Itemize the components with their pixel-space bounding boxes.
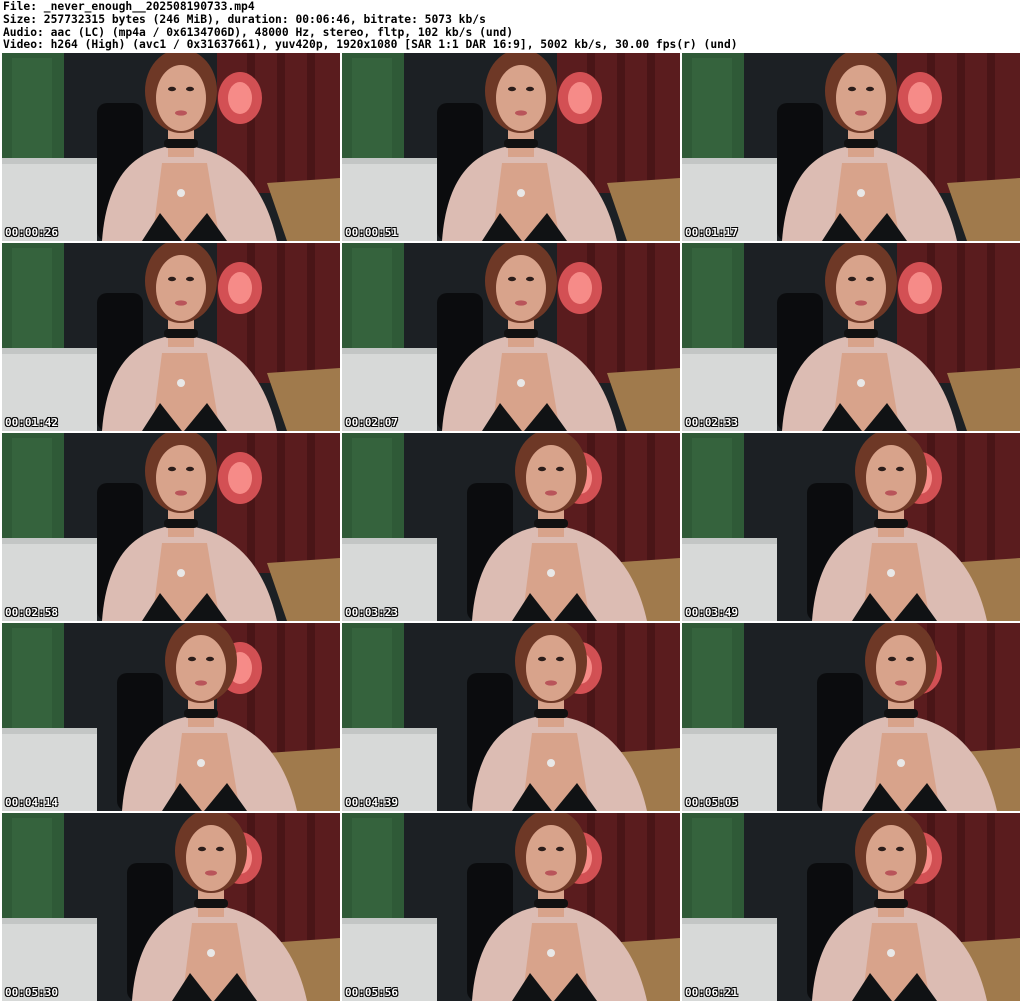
frame-timestamp: 00:03:23 <box>345 606 398 619</box>
frame-timestamp: 00:01:42 <box>5 416 58 429</box>
file-name-line: File: _never_enough__202508190733.mp4 <box>3 1 255 13</box>
frame-image <box>2 53 340 241</box>
audio-info-line: Audio: aac (LC) (mp4a / 0x6134706D), 480… <box>3 26 514 39</box>
frame-timestamp: 00:02:58 <box>5 606 58 619</box>
frame-image <box>682 243 1020 431</box>
video-info-line: Video: h264 (High) (avc1 / 0x31637661), … <box>3 39 738 52</box>
frame-timestamp: 00:02:07 <box>345 416 398 429</box>
frame-timestamp: 00:01:17 <box>685 226 738 239</box>
video-frame-thumbnail: 00:05:30 <box>2 813 340 1001</box>
frame-image <box>2 243 340 431</box>
thumbnail-grid: 00:00:26 00:00:51 00:01:17 00:01:42 00:02:07… <box>2 53 1023 1002</box>
video-frame-thumbnail: 00:00:26 <box>2 53 340 241</box>
video-frame-thumbnail: 00:03:23 <box>342 433 680 621</box>
video-frame-thumbnail: 00:05:56 <box>342 813 680 1001</box>
frame-image <box>342 243 680 431</box>
video-info-header: File: _never_enough__202508190733.mp4 Si… <box>3 1 1021 52</box>
video-frame-thumbnail: 00:01:42 <box>2 243 340 431</box>
video-frame-thumbnail: 00:02:58 <box>2 433 340 621</box>
video-frame-thumbnail: 00:04:14 <box>2 623 340 811</box>
size-duration-line: Size: 257732315 bytes (246 MiB), duratio… <box>3 13 486 26</box>
frame-timestamp: 00:04:14 <box>5 796 58 809</box>
frame-timestamp: 00:06:21 <box>685 986 738 999</box>
frame-image <box>2 813 340 1001</box>
frame-timestamp: 00:04:39 <box>345 796 398 809</box>
frame-timestamp: 00:02:33 <box>685 416 738 429</box>
video-frame-thumbnail: 00:04:39 <box>342 623 680 811</box>
video-frame-thumbnail: 00:05:05 <box>682 623 1020 811</box>
frame-image <box>682 433 1020 621</box>
frame-image <box>342 433 680 621</box>
frame-image <box>342 53 680 241</box>
frame-image <box>2 623 340 811</box>
video-frame-thumbnail: 00:03:49 <box>682 433 1020 621</box>
frame-image <box>342 813 680 1001</box>
frame-timestamp: 00:05:05 <box>685 796 738 809</box>
frame-image <box>682 813 1020 1001</box>
frame-timestamp: 00:00:51 <box>345 226 398 239</box>
video-frame-thumbnail: 00:02:07 <box>342 243 680 431</box>
video-frame-thumbnail: 00:06:21 <box>682 813 1020 1001</box>
frame-image <box>682 623 1020 811</box>
frame-image <box>342 623 680 811</box>
video-frame-thumbnail: 00:01:17 <box>682 53 1020 241</box>
frame-timestamp: 00:00:26 <box>5 226 58 239</box>
video-frame-thumbnail: 00:02:33 <box>682 243 1020 431</box>
frame-timestamp: 00:05:56 <box>345 986 398 999</box>
frame-timestamp: 00:05:30 <box>5 986 58 999</box>
frame-timestamp: 00:03:49 <box>685 606 738 619</box>
frame-image <box>2 433 340 621</box>
video-frame-thumbnail: 00:00:51 <box>342 53 680 241</box>
frame-image <box>682 53 1020 241</box>
